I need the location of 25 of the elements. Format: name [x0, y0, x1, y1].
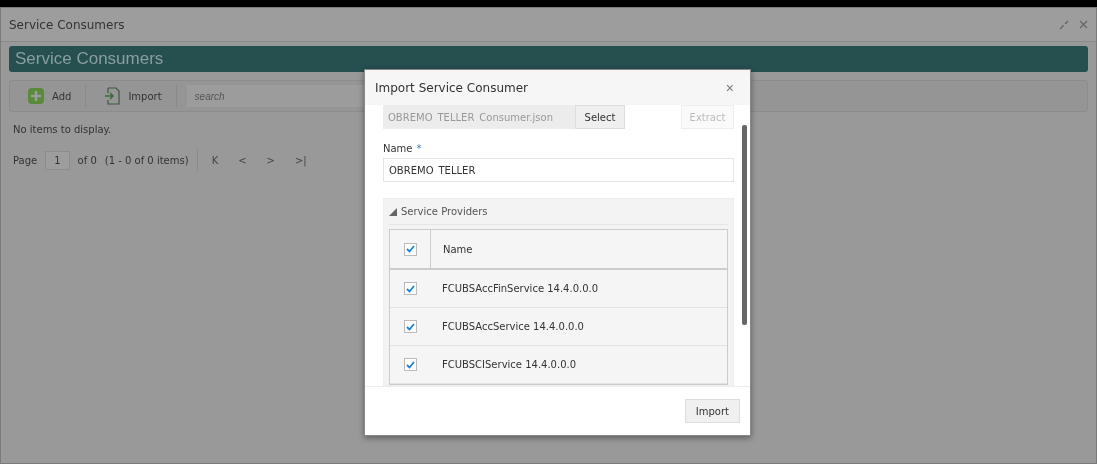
items-summary: (1 - 0 of 0 items)	[104, 154, 189, 166]
required-mark: *	[416, 143, 422, 154]
dialog-title: Import Service Consumer	[375, 80, 528, 95]
import-button[interactable]: Import	[96, 85, 177, 107]
name-label: Name	[383, 143, 413, 154]
empty-message: No items to display.	[13, 124, 113, 135]
pager-nav-button[interactable]: <	[232, 154, 253, 166]
page-label: Page	[13, 154, 38, 166]
name-field[interactable]: OBREMO_TELLER	[383, 158, 734, 182]
table-cell-text: FCUBSCIService 14.4.0.0.0	[441, 359, 577, 370]
pager-nav-button[interactable]: >	[260, 154, 281, 166]
page-count: of 0	[77, 154, 97, 166]
table-cell-text: FCUBSAccService 14.4.0.0.0	[441, 321, 584, 332]
page-field[interactable]: 1	[45, 150, 70, 170]
close-button[interactable]: ×	[719, 78, 740, 97]
add-button[interactable]: Add	[20, 85, 87, 107]
table-cell-text: FCUBSAccFinService 14.4.0.0.0	[441, 283, 599, 294]
column-header: Name	[442, 243, 473, 255]
pager-nav-button[interactable]: K	[205, 154, 225, 166]
pager-nav-button[interactable]: >|	[288, 154, 313, 166]
window-title: Service Consumers	[9, 17, 126, 32]
select-button[interactable]: Select	[575, 105, 625, 129]
file-field[interactable]: OBREMO_TELLER_Consumer.json	[383, 105, 575, 129]
panel-title: Service Consumers	[15, 49, 164, 69]
import-button[interactable]: Import	[684, 399, 740, 423]
